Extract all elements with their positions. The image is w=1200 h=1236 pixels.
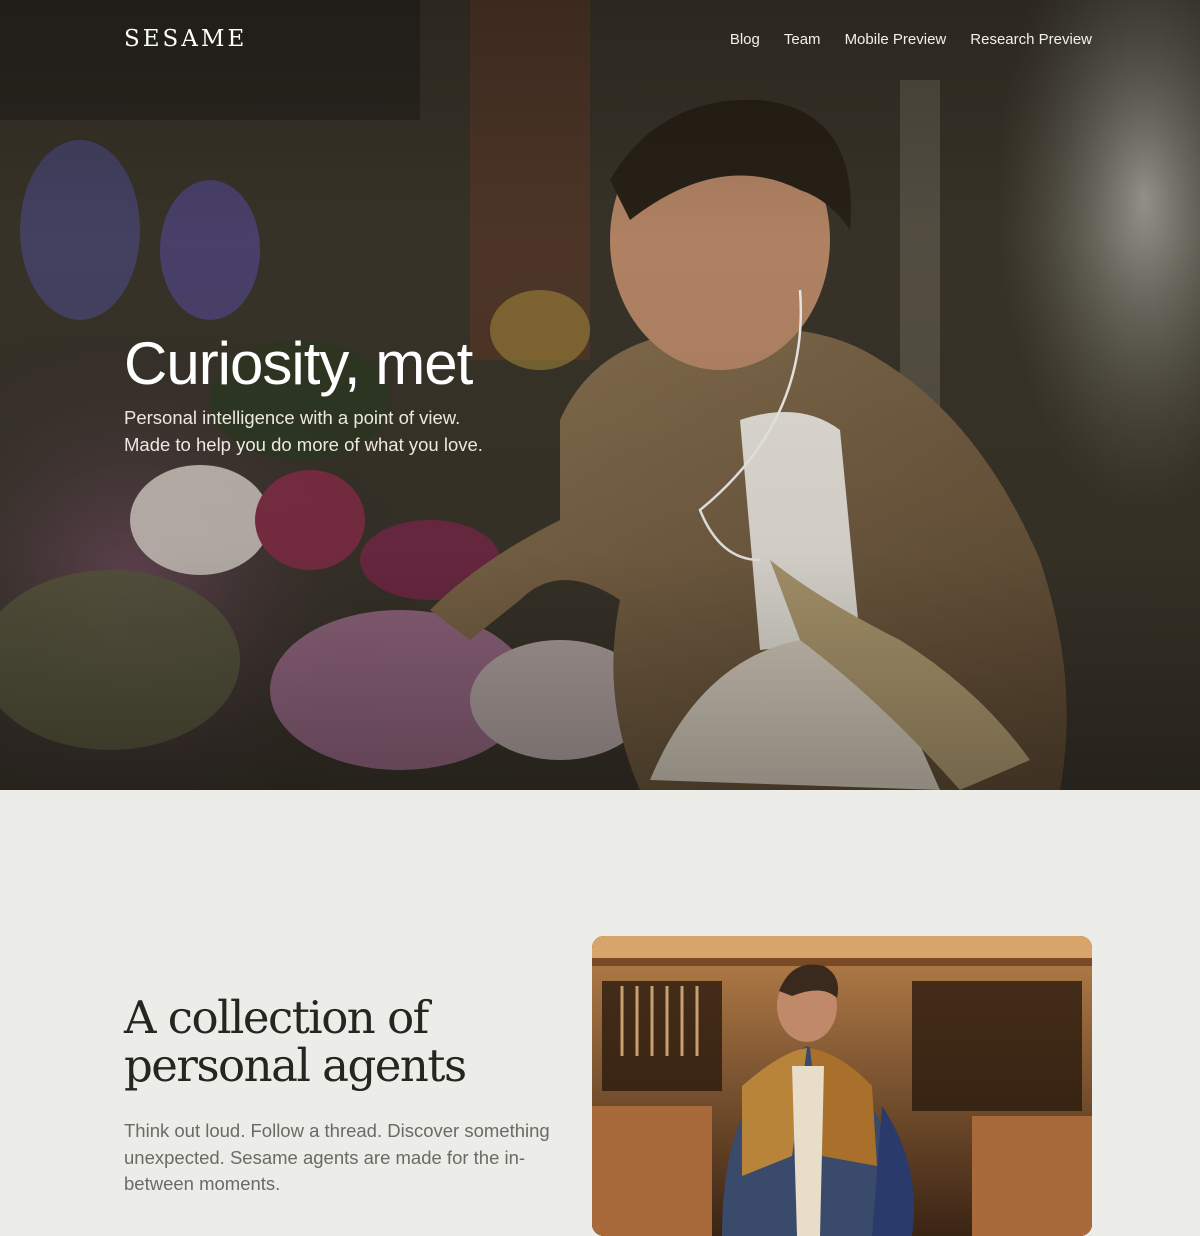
agents-text: A collection of personal agents Think ou… <box>124 994 554 1216</box>
agents-title-line-1: A collection of <box>124 991 429 1044</box>
nav-links: Blog Team Mobile Preview Research Previe… <box>730 31 1092 48</box>
agents-title-line-2: personal agents <box>124 1039 467 1092</box>
sesame-logo[interactable]: SESAME <box>124 26 247 52</box>
agents-body: Think out loud. Follow a thread. Discove… <box>124 1120 550 1194</box>
nav-link-team[interactable]: Team <box>784 31 821 48</box>
hero-subtitle-line-1: Personal intelligence with a point of vi… <box>124 407 461 428</box>
agents-section: A collection of personal agents Think ou… <box>0 790 1200 1236</box>
hero-subtitle-line-2: Made to help you do more of what you lov… <box>124 434 483 455</box>
agents-title: A collection of personal agents <box>124 994 554 1090</box>
hero-text: Curiosity, met Personal intelligence wit… <box>124 330 724 458</box>
nav-link-research-preview[interactable]: Research Preview <box>970 31 1092 48</box>
hero-title: Curiosity, met <box>124 330 473 397</box>
top-nav: SESAME Blog Team Mobile Preview Research… <box>124 24 1092 54</box>
agents-photo <box>592 936 1092 1236</box>
hero-section: SESAME Blog Team Mobile Preview Research… <box>0 0 1200 790</box>
nav-link-blog[interactable]: Blog <box>730 31 760 48</box>
hero-subtitle: Personal intelligence with a point of vi… <box>124 404 724 458</box>
nav-link-mobile-preview[interactable]: Mobile Preview <box>845 31 947 48</box>
